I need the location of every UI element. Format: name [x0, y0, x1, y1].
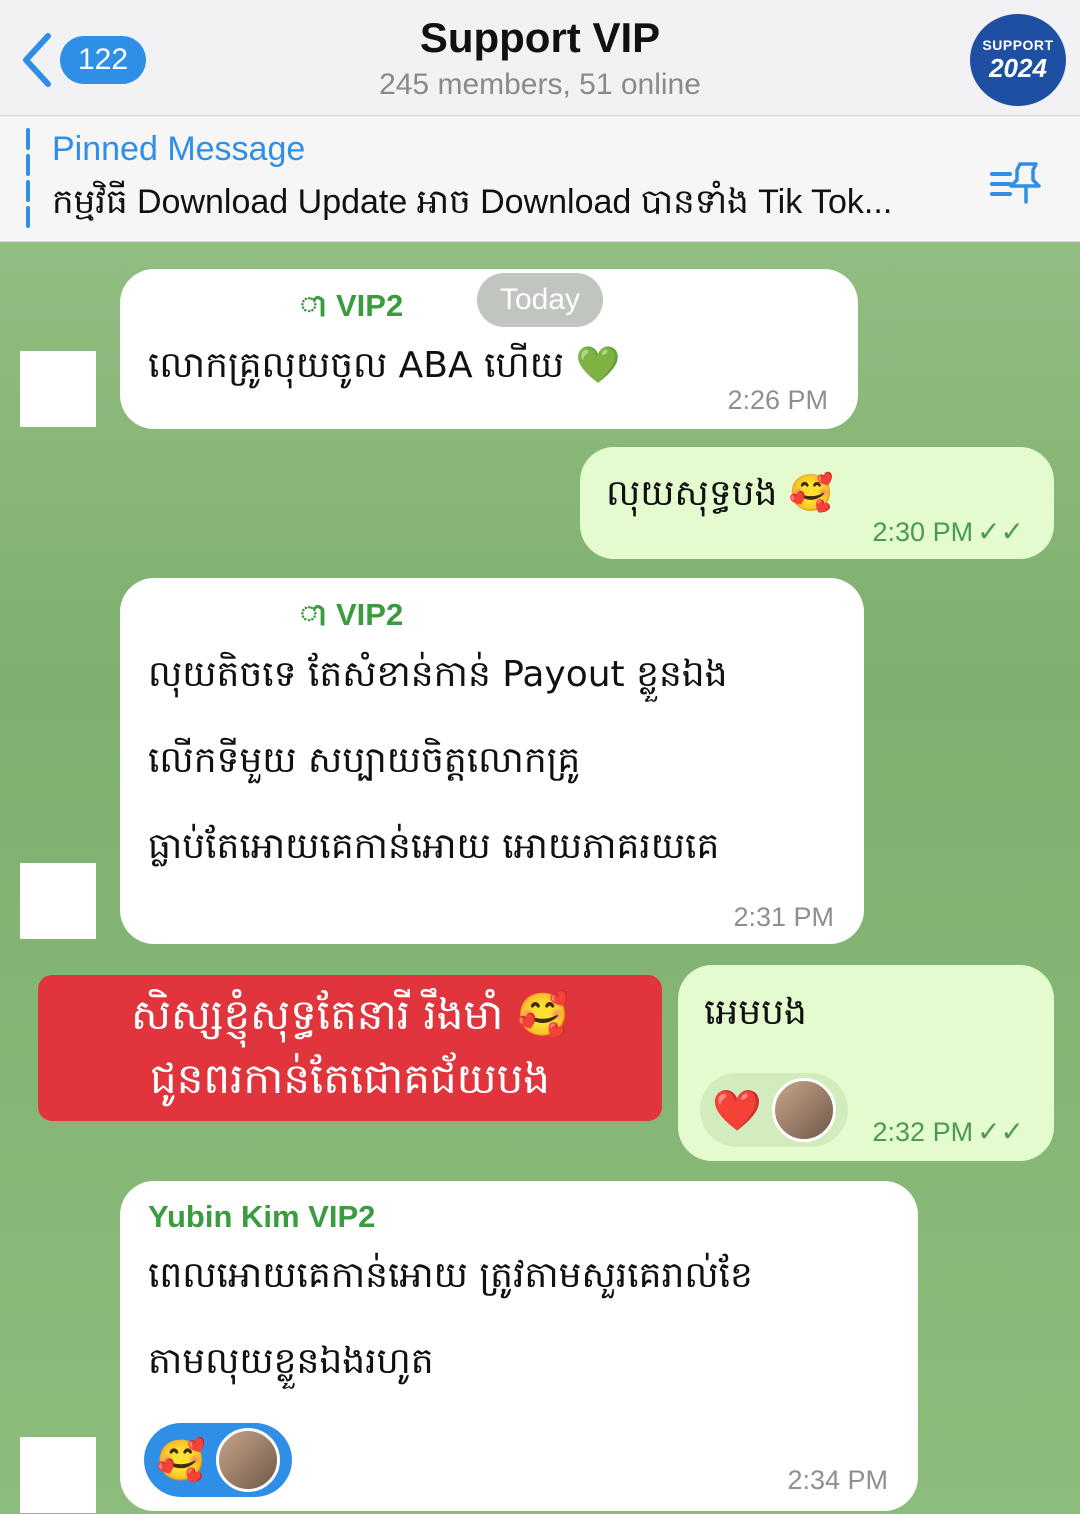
chat-title: Support VIP [419, 14, 661, 61]
group-avatar-line2: 2024 [989, 52, 1047, 83]
sender-avatar[interactable] [20, 863, 96, 939]
banner-line-1: សិស្សខ្ញុំសុទ្ធតែនារី រឹងមាំ 🥰 [130, 990, 570, 1039]
message-line-3: ធ្លាប់តែអោយគេកាន់អោយ អោយភាគរយគេ [148, 826, 720, 867]
message-time: 2:30 PM ✓✓ [873, 515, 1024, 548]
pinned-indicator [26, 128, 30, 228]
message-line-1: ពេលអោយគេកាន់អោយ ត្រូវតាមសួរគេរាល់ខែ [148, 1255, 753, 1296]
message-time-text: 2:30 PM [872, 517, 974, 547]
date-pill: Today [477, 273, 603, 327]
message-text: លុយសុទ្ធបង 🥰 [606, 473, 834, 514]
message-time: 2:31 PM [733, 902, 834, 932]
message-time: 2:34 PM [787, 1465, 888, 1495]
message-time-text: 2:32 PM [872, 1117, 974, 1147]
reactor-avatar [771, 1078, 836, 1142]
chat-header: 122 Support VIP 245 members, 51 online S… [0, 0, 1080, 116]
chat-title-block[interactable]: Support VIP 245 members, 51 online [0, 14, 1080, 102]
chat-area[interactable]: ា VIP2 លោកគ្រូលុយចូល ABA ហើយ 💚 2:26 PM T… [0, 241, 1080, 1514]
message-reaction[interactable]: ❤️ [700, 1073, 848, 1147]
message-sender[interactable]: Yubin Kim VIP2 [148, 1199, 375, 1235]
pinned-list-icon[interactable] [988, 158, 1044, 208]
read-check-icon: ✓✓ [977, 516, 1024, 547]
pinned-text: កម្មវិធី Download Update អាច Download បា… [52, 183, 893, 221]
promo-banner: សិស្សខ្ញុំសុទ្ធតែនារី រឹងមាំ 🥰 ជូនពរកាន់… [38, 975, 662, 1121]
pinned-title: Pinned Message [52, 130, 306, 168]
heart-reaction-icon: ❤️ [712, 1087, 762, 1134]
pinned-message-bar[interactable]: Pinned Message កម្មវិធី Download Update … [0, 116, 1080, 242]
message-text: លោកគ្រូលុយចូល ABA ហើយ 💚 [148, 345, 621, 386]
message-bubble-incoming[interactable]: Yubin Kim VIP2 ពេលអោយគេកាន់អោយ ត្រូវតាមស… [120, 1181, 918, 1511]
read-check-icon: ✓✓ [977, 1116, 1024, 1147]
sender-avatar[interactable] [20, 1437, 96, 1513]
group-avatar-line1: SUPPORT [982, 36, 1054, 53]
message-bubble-incoming[interactable]: ា VIP2 លុយតិចទេ តែសំខាន់កាន់ Payout ខ្លួ… [120, 578, 864, 944]
sender-avatar[interactable] [20, 351, 96, 427]
smiling-hearts-reaction-icon: 🥰 [156, 1437, 206, 1484]
message-line-2: តាមលុយខ្លួនឯងរហូត [148, 1341, 434, 1382]
message-bubble-outgoing[interactable]: អេមបង ❤️ 2:32 PM ✓✓ [678, 965, 1054, 1161]
group-avatar[interactable]: SUPPORT 2024 [970, 14, 1066, 106]
message-line-1: លុយតិចទេ តែសំខាន់កាន់ Payout ខ្លួនឯង [148, 654, 728, 695]
banner-line-2: ជូនពរកាន់តែជោគជ័យបង [150, 1054, 550, 1103]
reactor-avatar [215, 1428, 280, 1492]
message-reaction[interactable]: 🥰 [144, 1423, 292, 1497]
message-line-2: លើកទីមួយ សប្បាយចិត្តលោកគ្រូ [148, 740, 581, 781]
message-bubble-outgoing[interactable]: លុយសុទ្ធបង 🥰 2:30 PM ✓✓ [580, 447, 1054, 559]
message-time: 2:32 PM ✓✓ [873, 1115, 1024, 1148]
message-text: អេមបង [704, 992, 807, 1033]
chat-subtitle: 245 members, 51 online [379, 68, 701, 101]
message-time: 2:26 PM [727, 385, 828, 415]
